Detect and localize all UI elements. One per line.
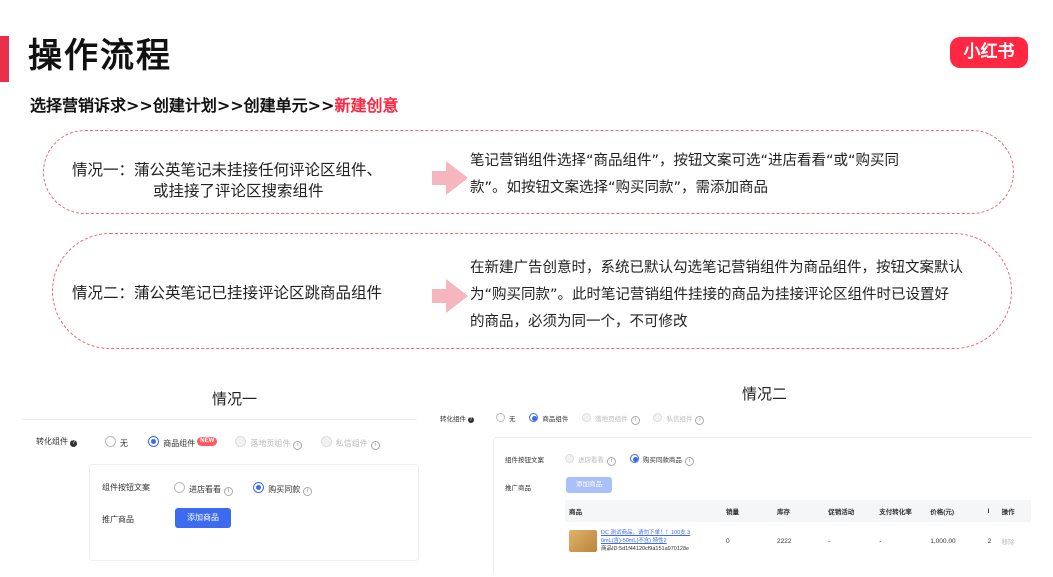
help-icon: ?	[70, 440, 78, 447]
shot2-panel: 转化组件 ? 无 商品组件 落地页组件 i 私信组件 i 组件按钮文案 进店看看 i …	[437, 405, 1032, 574]
flow-breadcrumb: 选择营销诉求>>创建计划>>创建单元>>新建创意	[30, 92, 398, 116]
table-header: 价格(元)	[926, 500, 984, 522]
remove-action[interactable]: 移除	[998, 522, 1031, 560]
help-icon: ?	[467, 417, 474, 423]
promo-cell: -	[828, 537, 831, 545]
shot1-component-options: 无 商品组件 NEW 落地页组件 i 私信组件 i	[105, 436, 380, 450]
product-cell: DC 测试商品，请勿下单！！100支 3 0mL(含)-50mL(不含) 特性2…	[565, 522, 722, 560]
product-name-link[interactable]: DC 测试商品，请勿下单！！100支 3	[601, 529, 690, 537]
radio-icon	[496, 413, 505, 422]
title-accent-bar	[0, 36, 9, 82]
radio-disabled-icon	[653, 413, 663, 422]
radio-disabled-icon	[320, 436, 332, 447]
shot1-add-product-button[interactable]: 添加商品	[175, 508, 231, 528]
radio-checked-icon	[253, 482, 265, 493]
case2-right-line2: 为“购买同款”。此时笔记营销组件挂接的商品为挂接评论区组件时已设置好	[470, 287, 950, 303]
info-icon: i	[370, 441, 380, 450]
shot2-component-options: 无 商品组件 落地页组件 i 私信组件 i	[496, 413, 705, 425]
case2-right-line1: 在新建广告创意时，系统已默认勾选笔记营销组件为商品组件，按钮文案默认	[470, 260, 963, 276]
shot1-top-divider	[22, 419, 417, 420]
shot2-option-none[interactable]: 无	[496, 413, 516, 423]
new-badge: NEW	[197, 437, 218, 446]
shot2-component-label: 转化组件 ?	[440, 416, 474, 423]
info-icon: i	[695, 416, 705, 425]
radio-disabled-icon	[565, 454, 574, 463]
shot1-button-options: 进店看看 i 购买同款 i	[174, 482, 313, 496]
page-title: 操作流程	[28, 36, 172, 76]
case2-right-line3: 的商品，必须为同一个，不可修改	[470, 314, 688, 330]
radio-disabled-icon	[235, 436, 247, 447]
case2-arrow-icon	[432, 279, 468, 313]
table-header: 操作	[997, 500, 1031, 522]
table-header: 库存	[772, 500, 825, 522]
case1-arrow-icon	[432, 161, 468, 195]
table-header: 促销活动	[824, 500, 876, 522]
conversion-cell: -	[879, 537, 882, 545]
shot2-caption: 情况二	[742, 385, 788, 403]
shot2-btn-option-visit[interactable]: 进店看看 i	[565, 454, 616, 466]
stock-cell: 2222	[776, 537, 792, 545]
shot2-option-product[interactable]: 商品组件	[529, 413, 568, 423]
table-header-row: 商品 销量 库存 促销活动 支付转化率 价格(元) I 操作	[565, 500, 1031, 522]
shot1-promo-label: 推广商品	[102, 515, 134, 524]
shot2-option-landing[interactable]: 落地页组件 i	[582, 413, 640, 425]
shot2-btn-option-buy[interactable]: 购买同款商品 i	[629, 454, 694, 466]
info-icon: i	[224, 487, 233, 496]
extra-cell: 2	[987, 537, 992, 545]
radio-checked-icon	[529, 413, 539, 422]
info-icon: i	[630, 416, 640, 425]
table-header: 支付转化率	[875, 500, 927, 522]
product-table: 商品 销量 库存 促销活动 支付转化率 价格(元) I 操作 DC 测试商品，请…	[565, 500, 1031, 560]
radio-icon	[174, 482, 185, 493]
table-header: I	[983, 500, 998, 522]
table-header: 商品	[565, 500, 722, 522]
shot1-btn-option-visit[interactable]: 进店看看 i	[174, 482, 233, 496]
shot1-panel: 转化组件 ? 无 商品组件 NEW 落地页组件 i 私信组件 i 组件按钮文案 进店看…	[22, 419, 419, 569]
case1-left-line2: 或挂接了评论区搜索组件	[153, 182, 324, 200]
case1-right-line1: 笔记营销组件选择“商品组件”，按钮文案可选“进店看看“或“购买同	[470, 153, 900, 169]
product-id: 商品ID:5d1f44120cf9a151a970128e	[601, 546, 690, 552]
shot1-button-text-label: 组件按钮文案	[102, 483, 150, 492]
shot2-product-table-wrap: 商品 销量 库存 促销活动 支付转化率 价格(元) I 操作 DC 测试商品，请…	[565, 500, 1031, 570]
shot1-option-product[interactable]: 商品组件 NEW	[148, 436, 218, 448]
case1-right-line2: 款”。如按钮文案选择“购买同款”，需添加商品	[470, 180, 769, 196]
product-name-link-2[interactable]: 0mL(含)-50mL(不含) 特性2	[601, 537, 690, 545]
table-header: 销量	[721, 500, 773, 522]
product-thumbnail	[569, 530, 597, 552]
shot2-button-text-label: 组件按钮文案	[505, 457, 544, 464]
table-row: DC 测试商品，请勿下单！！100支 3 0mL(含)-50mL(不含) 特性2…	[565, 522, 1031, 560]
shot1-option-landing[interactable]: 落地页组件 i	[235, 436, 303, 450]
shot1-component-label: 转化组件 ?	[36, 436, 78, 447]
radio-checked-icon	[629, 454, 639, 463]
shot1-btn-option-buy[interactable]: 购买同款 i	[253, 482, 313, 496]
xiaohongshu-logo: 小红书	[950, 37, 1028, 68]
shot1-caption: 情况一	[212, 390, 258, 408]
case1-left-line1: 情况一：蒲公英笔记未挂接任何评论区组件、	[72, 161, 383, 179]
sales-cell: 0	[725, 537, 730, 545]
info-icon: i	[684, 457, 694, 466]
info-icon: i	[293, 441, 303, 450]
price-cell: 1,000.00	[930, 537, 956, 545]
shot2-add-product-button[interactable]: 添加商品	[566, 477, 612, 493]
radio-checked-icon	[148, 436, 160, 447]
info-icon: i	[607, 457, 616, 466]
shot2-button-options: 进店看看 i 购买同款商品 i	[565, 454, 694, 466]
shot2-promo-label: 推广商品	[505, 485, 531, 492]
flow-highlight: 新建创意	[334, 96, 399, 115]
shot1-option-message[interactable]: 私信组件 i	[320, 436, 380, 450]
case2-left-line1: 情况二：蒲公英笔记已挂接评论区跳商品组件	[72, 284, 383, 302]
info-icon: i	[303, 487, 313, 496]
radio-icon	[105, 436, 116, 447]
shot1-subpanel	[89, 464, 419, 561]
shot1-option-none[interactable]: 无	[105, 436, 128, 448]
shot2-option-message[interactable]: 私信组件 i	[653, 413, 705, 425]
radio-disabled-icon	[582, 413, 592, 422]
flow-steps: 选择营销诉求>>创建计划>>创建单元>>	[30, 96, 335, 115]
shot1-component-label-text: 转化组件	[36, 437, 68, 446]
